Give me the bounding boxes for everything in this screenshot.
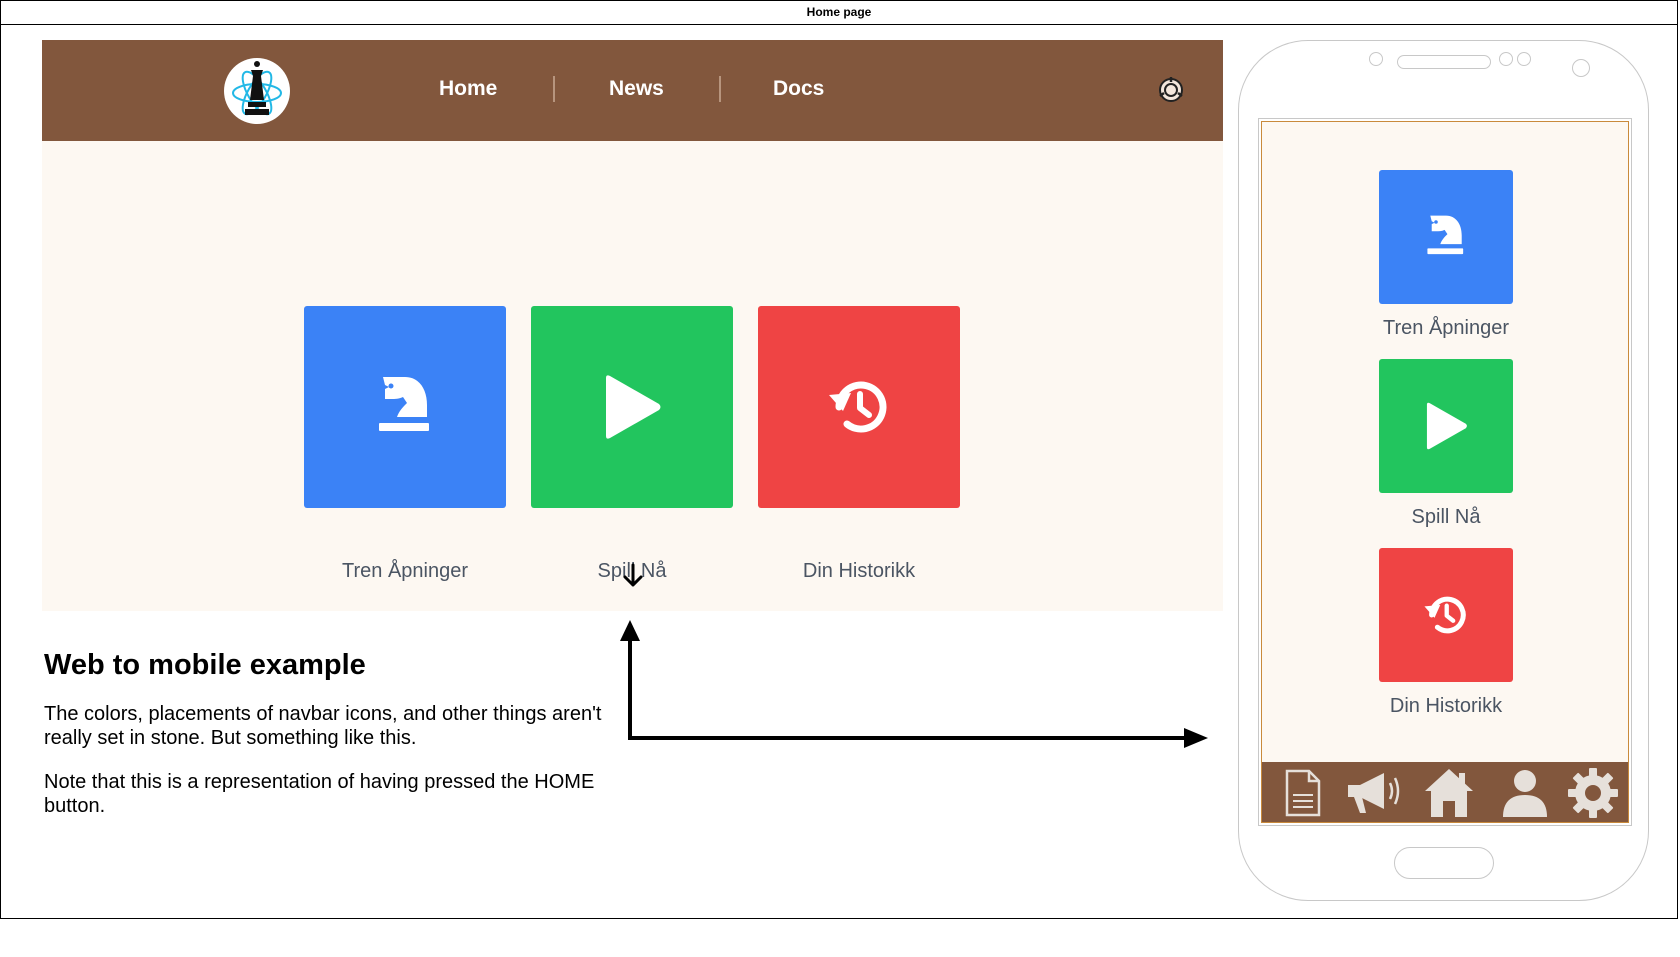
section-heading: Web to mobile example	[44, 649, 366, 681]
description-note: Note that this is a representation of ha…	[44, 771, 595, 817]
nav-home[interactable]: Home	[439, 76, 497, 102]
phone-home-button[interactable]	[1394, 847, 1494, 879]
chess-knight-icon	[1427, 215, 1464, 255]
chess-logo-icon	[232, 61, 282, 116]
frame-title: Home page	[1, 1, 1677, 25]
phone-camera	[1369, 52, 1383, 66]
phone-mockup: Tren Åpninger Spill Nå Din Historikk	[1238, 40, 1649, 901]
megaphone-icon[interactable]	[1344, 767, 1400, 819]
mobile-app: Tren Åpninger Spill Nå Din Historikk	[1261, 121, 1629, 823]
mobile-tile-play-now[interactable]	[1379, 359, 1513, 493]
tile-label: Tren Åpninger	[342, 560, 468, 582]
history-icon	[829, 381, 887, 433]
scroll-down-arrow-icon	[623, 563, 643, 587]
play-icon	[1426, 402, 1467, 450]
mobile-tile-train-openings[interactable]	[1379, 170, 1513, 304]
phone-front-camera	[1572, 59, 1590, 77]
mobile-tile-label: Din Historikk	[1389, 695, 1503, 717]
home-icon[interactable]	[1423, 767, 1475, 819]
docs-icon[interactable]	[1277, 767, 1329, 819]
play-icon	[606, 375, 661, 439]
mobile-tile-label: Tren Åpninger	[1383, 317, 1509, 339]
nav-docs[interactable]: Docs	[773, 76, 824, 102]
mobile-tile-history[interactable]	[1379, 548, 1513, 682]
phone-sensor	[1517, 52, 1531, 66]
nav-news[interactable]: News	[609, 76, 664, 102]
logo[interactable]	[224, 58, 290, 124]
tile-history[interactable]	[758, 306, 960, 508]
phone-speaker	[1397, 55, 1491, 69]
phone-screen: Tren Åpninger Spill Nå Din Historikk	[1258, 118, 1632, 826]
scp-logo-icon[interactable]	[1156, 75, 1186, 105]
nav-divider	[553, 76, 555, 102]
nav-divider	[719, 76, 721, 102]
web-navbar: Home News Docs	[42, 40, 1223, 141]
tile-train-openings[interactable]	[304, 306, 506, 508]
tile-label: Din Historikk	[802, 560, 916, 582]
mobile-tile-label: Spill Nå	[1411, 506, 1481, 528]
tile-play-now[interactable]	[531, 306, 733, 508]
mobile-bottom-nav	[1262, 762, 1628, 822]
history-icon	[1424, 596, 1466, 634]
chess-knight-icon	[379, 377, 429, 431]
web-mockup: Home News Docs Tren Åpninger Spill Nå Di…	[42, 40, 1223, 611]
gear-icon[interactable]	[1567, 767, 1619, 819]
description-paragraph: The colors, placements of navbar icons, …	[44, 703, 602, 749]
user-icon[interactable]	[1499, 767, 1551, 819]
phone-sensor	[1499, 52, 1513, 66]
